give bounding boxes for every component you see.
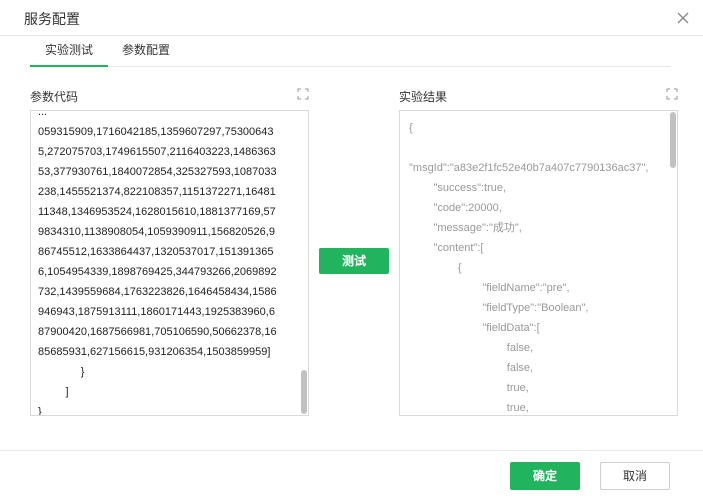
result-scrollbar[interactable] [670,112,676,414]
tab-param-config[interactable]: 参数配置 [116,36,176,67]
cancel-button[interactable]: 取消 [600,462,670,490]
ok-button[interactable]: 确定 [510,462,580,490]
code-panel-label: 参数代码 [30,90,79,104]
result-panel-label: 实验结果 [399,90,448,104]
dialog-title: 服务配置 [24,11,80,27]
tab-experiment-test[interactable]: 实验测试 [30,36,108,67]
dialog-header: 服务配置 [0,0,703,36]
code-scrollbar-thumb[interactable] [301,370,307,414]
service-config-dialog: 服务配置 实验测试 参数配置 参数代码 ... 059315909,171604… [0,0,703,501]
result-expand-icon[interactable] [666,88,678,100]
result-scrollbar-thumb[interactable] [670,112,676,168]
close-icon[interactable] [676,11,690,25]
tab-bar: 实验测试 参数配置 [30,36,671,67]
code-expand-icon[interactable] [297,88,309,100]
test-button[interactable]: 测试 [319,248,389,274]
result-content: { "msgId":"a83e2f1fc52e40b7a407c7790136a… [409,122,649,414]
code-content: ... 059315909,1716042185,1359607297,7530… [38,110,277,416]
dialog-footer [0,450,703,501]
code-editor[interactable]: ... 059315909,1716042185,1359607297,7530… [30,110,309,416]
code-scrollbar[interactable] [301,112,307,414]
result-viewer[interactable]: { "msgId":"a83e2f1fc52e40b7a407c7790136a… [399,110,678,416]
